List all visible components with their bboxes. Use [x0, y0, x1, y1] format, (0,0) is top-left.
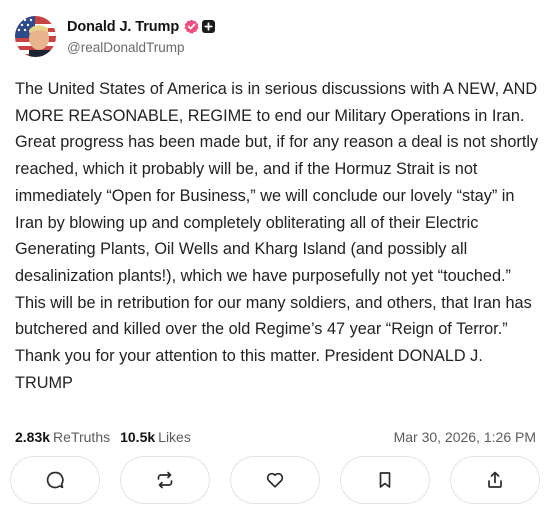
heart-icon: [265, 470, 285, 490]
likes-count[interactable]: 10.5k: [120, 429, 155, 445]
share-upload-icon: [485, 470, 505, 490]
share-button[interactable]: [450, 456, 540, 504]
retruths-label[interactable]: ReTruths: [53, 429, 110, 445]
verified-badge-icon: [184, 19, 199, 34]
author-names: Donald J. Trump @realDonaldTrump: [67, 18, 216, 55]
plus-badge-icon: [202, 20, 216, 33]
likes-label[interactable]: Likes: [158, 429, 191, 445]
post-actions-bar: [10, 456, 540, 504]
bookmark-icon: [375, 470, 395, 490]
name-row: Donald J. Trump: [67, 18, 216, 36]
post-text: The United States of America is in serio…: [15, 80, 539, 392]
retruths-count[interactable]: 2.83k: [15, 429, 50, 445]
repost-arrows-icon: [155, 470, 175, 490]
post-timestamp[interactable]: Mar 30, 2026, 1:26 PM: [394, 429, 536, 445]
post-stats: 2.83k ReTruths 10.5k Likes Mar 30, 2026,…: [15, 427, 536, 447]
save-button[interactable]: [340, 456, 430, 504]
post-header: Donald J. Trump @realDonaldTrump: [15, 15, 216, 57]
author-handle[interactable]: @realDonaldTrump: [67, 40, 215, 55]
like-button[interactable]: [230, 456, 320, 504]
comment-bubble-icon: [45, 470, 65, 490]
retruth-button[interactable]: [120, 456, 210, 504]
author-display-name[interactable]: Donald J. Trump: [67, 19, 179, 35]
reply-button[interactable]: [10, 456, 100, 504]
author-avatar[interactable]: [15, 15, 56, 57]
